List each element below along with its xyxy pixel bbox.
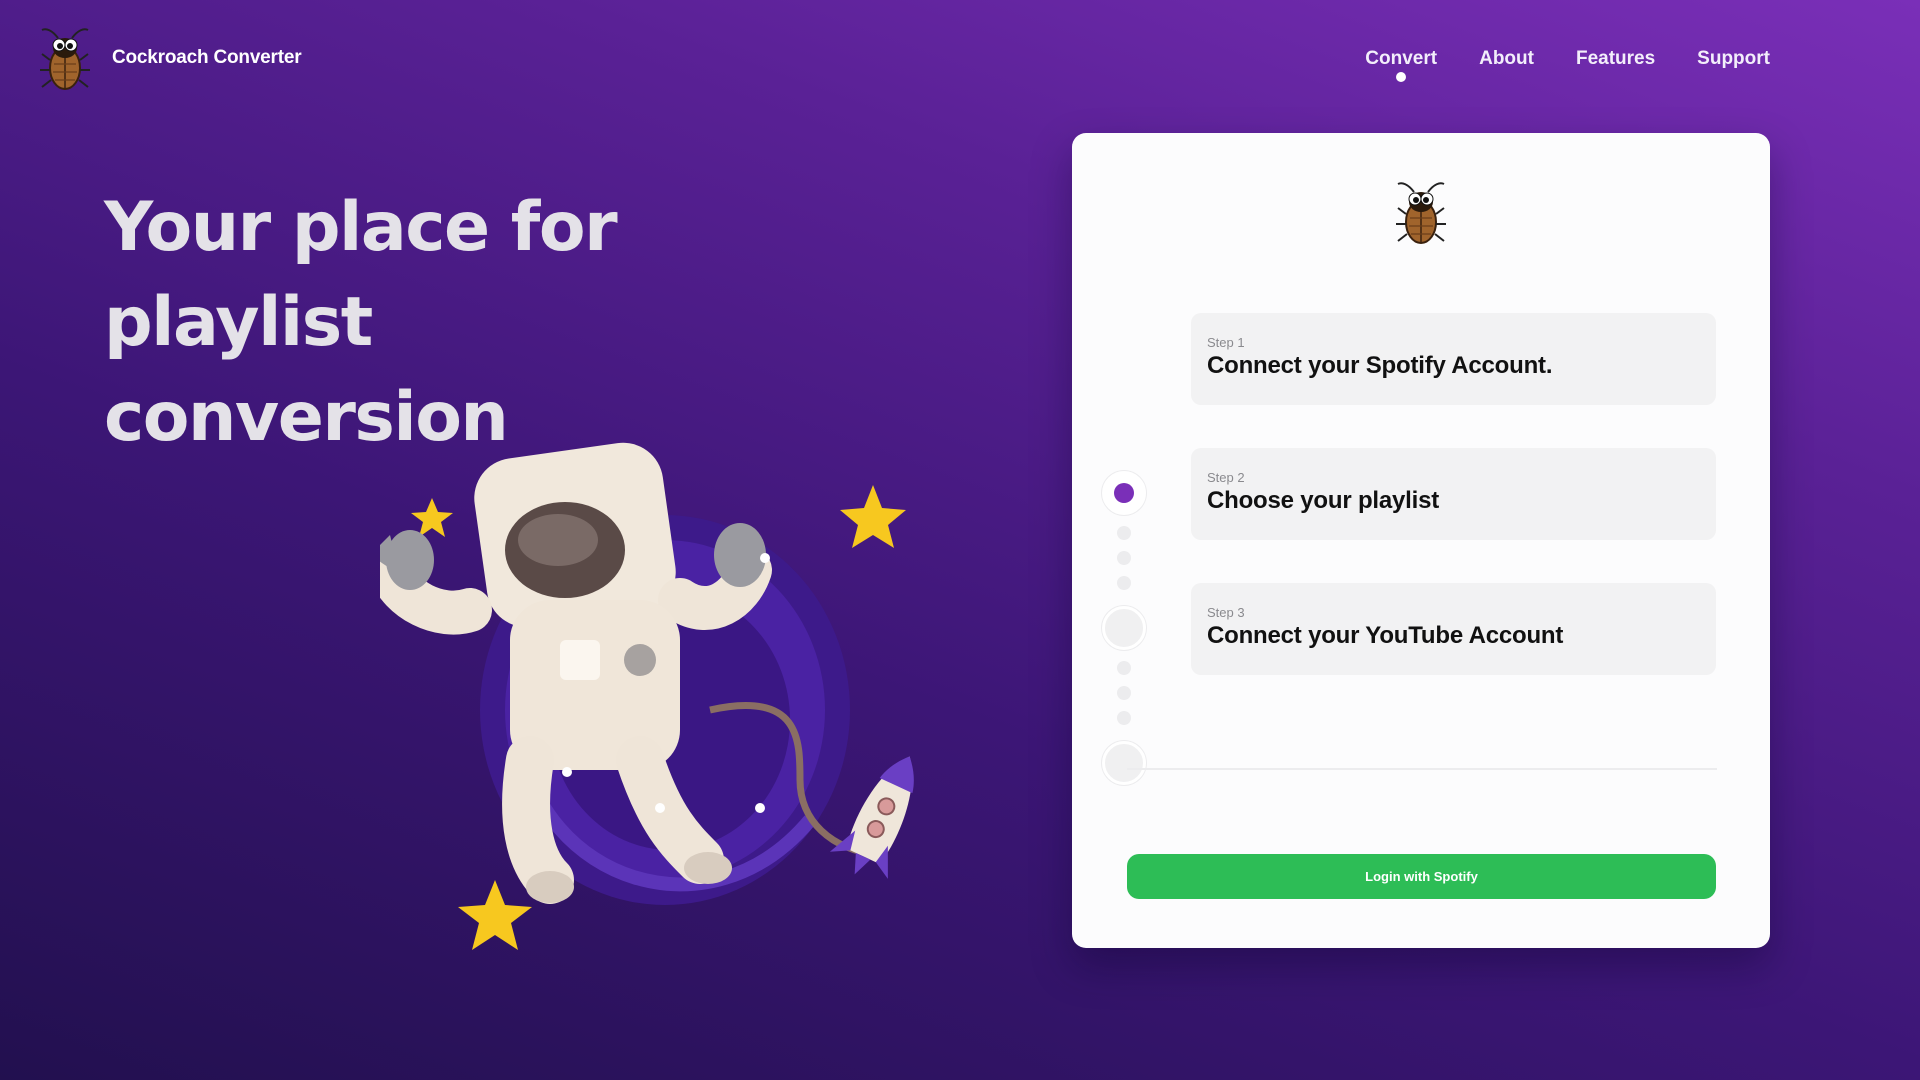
active-indicator	[1396, 72, 1407, 82]
nav-support[interactable]: Support	[1697, 48, 1770, 70]
nav-convert[interactable]: Convert	[1365, 48, 1438, 82]
rail-dot	[1117, 661, 1131, 675]
star-icon	[458, 880, 532, 950]
step-1-title: Connect your Spotify Account.	[1207, 352, 1553, 379]
astronaut-floating-illustration	[380, 442, 914, 950]
step-1-card[interactable]: Step 1 Connect your Spotify Account.	[1191, 313, 1716, 405]
step-1-kicker: Step 1	[1207, 335, 1245, 350]
star-icon	[840, 485, 906, 548]
cockroach-icon	[1396, 182, 1446, 244]
cockroach-icon	[40, 28, 90, 90]
step-3-kicker: Step 3	[1207, 605, 1245, 620]
conversion-card: Step 1 Connect your Spotify Account. Ste…	[1072, 133, 1770, 948]
star-icon	[411, 498, 453, 537]
step-3-indicator	[1102, 741, 1146, 785]
rail-dot	[1117, 551, 1131, 565]
main-nav: Convert About Features Support	[1365, 48, 1770, 82]
login-with-spotify-button[interactable]: Login with Spotify	[1127, 854, 1716, 899]
nav-features[interactable]: Features	[1576, 48, 1655, 70]
app-name: Cockroach Converter	[112, 47, 302, 68]
step-1-indicator	[1102, 471, 1146, 515]
nav-features-label: Features	[1575, 48, 1656, 69]
divider	[1127, 768, 1717, 770]
nav-convert-label: Convert	[1365, 48, 1438, 69]
nav-about[interactable]: About	[1479, 48, 1534, 70]
rail-dot	[1117, 686, 1131, 700]
hero-line-1: Your place for playlist	[104, 188, 618, 362]
step-3-title: Connect your YouTube Account	[1207, 622, 1564, 649]
step-progress-rail	[1102, 337, 1152, 785]
rail-dot	[1117, 576, 1131, 590]
step-2-card[interactable]: Step 2 Choose your playlist	[1191, 448, 1716, 540]
rail-dot	[1117, 526, 1131, 540]
step-2-title: Choose your playlist	[1207, 487, 1440, 514]
brand[interactable]: Cockroach Converter	[38, 24, 302, 92]
nav-support-label: Support	[1697, 48, 1770, 69]
step-2-kicker: Step 2	[1207, 470, 1245, 485]
nav-about-label: About	[1479, 48, 1534, 69]
rail-dot	[1117, 711, 1131, 725]
step-3-card[interactable]: Step 3 Connect your YouTube Account	[1191, 583, 1716, 675]
hero-heading: Your place for playlist conversion	[104, 180, 884, 465]
step-2-indicator	[1102, 606, 1146, 650]
